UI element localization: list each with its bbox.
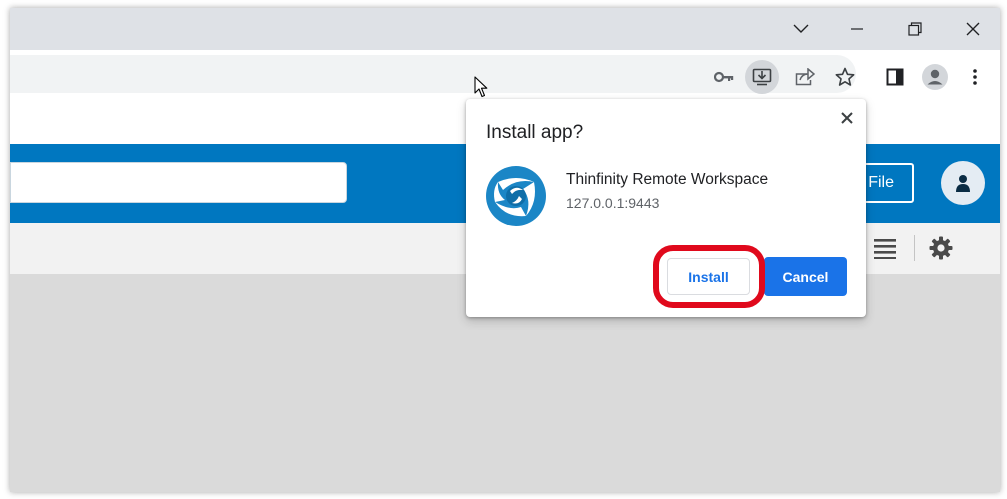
bookmark-button[interactable] [828,60,862,94]
title-bar [10,8,1000,50]
share-icon [795,68,815,86]
install-app-dialog: Install app? Thinfinity Remote Workspace… [466,99,866,317]
restore-icon [908,22,922,36]
minimize-icon [851,28,863,30]
profile-icon [922,64,948,90]
install-app-icon [752,68,772,86]
tab-search-button[interactable] [772,8,830,50]
search-input[interactable] [10,162,347,203]
list-view-icon [874,239,896,259]
app-name: Thinfinity Remote Workspace [566,171,769,188]
browser-menu-button[interactable] [958,60,992,94]
side-panel-button[interactable] [878,60,912,94]
chevron-down-icon [793,24,809,33]
install-button[interactable]: Install [667,258,750,295]
app-origin: 127.0.0.1:9443 [566,195,660,211]
install-app-button[interactable] [745,60,779,94]
toolbar-divider [914,235,915,261]
share-button[interactable] [788,60,822,94]
browser-toolbar [10,50,1000,99]
side-panel-icon [886,68,904,86]
file-button-label: File [868,174,894,191]
key-icon [714,71,734,83]
menu-dots-icon [973,69,977,85]
user-avatar[interactable] [941,161,985,205]
app-logo-icon [485,165,547,227]
restore-button[interactable] [886,8,944,50]
profile-button[interactable] [918,60,952,94]
user-icon [956,175,970,192]
list-view-button[interactable] [874,237,896,259]
dialog-title: Install app? [486,122,584,143]
dialog-close-button[interactable] [836,107,858,129]
cancel-button[interactable]: Cancel [764,257,847,296]
mouse-cursor-icon [474,76,488,98]
close-icon [966,22,980,36]
star-icon [835,67,855,86]
settings-button[interactable] [929,236,953,260]
close-icon [841,112,853,124]
password-key-button[interactable] [707,60,741,94]
close-window-button[interactable] [944,8,1000,50]
minimize-button[interactable] [828,8,886,50]
gear-icon [929,236,953,260]
